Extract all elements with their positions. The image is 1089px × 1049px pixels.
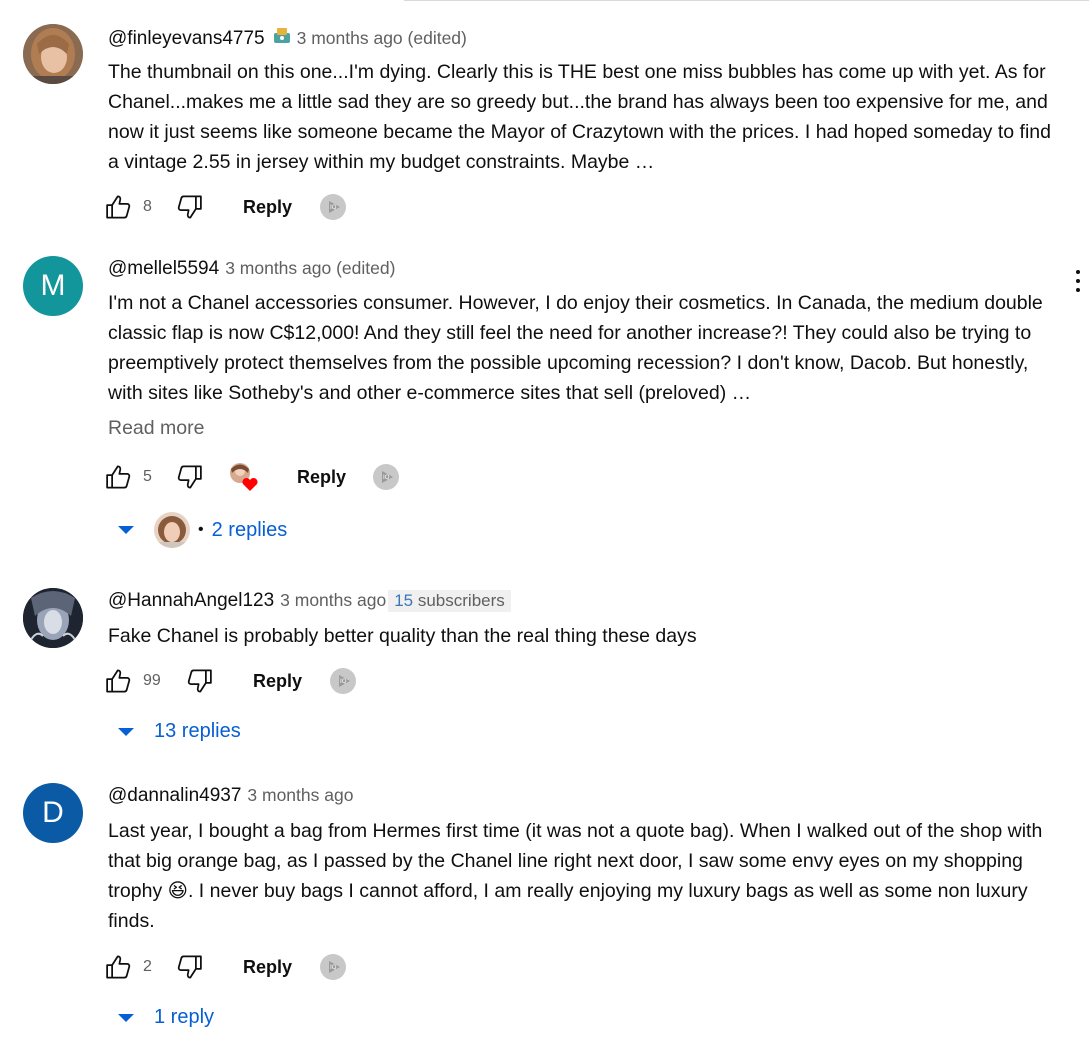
- member-badge-icon: [273, 26, 291, 49]
- extension-icon[interactable]: IQ: [329, 664, 357, 698]
- more-actions-icon[interactable]: [1074, 270, 1082, 300]
- read-more-link[interactable]: Read more: [108, 417, 204, 440]
- subscriber-badge: 15 subscribers: [388, 590, 511, 612]
- chevron-down-icon: [118, 1013, 134, 1022]
- thumbs-down-icon: [177, 465, 202, 489]
- thumbs-up-icon: [106, 195, 131, 219]
- thumbs-up-icon: [106, 955, 131, 979]
- comment-time[interactable]: 3 months ago: [247, 785, 353, 806]
- like-count: 5: [143, 468, 152, 485]
- thumbs-down-icon: [177, 195, 202, 219]
- extension-icon[interactable]: IQ: [319, 950, 347, 984]
- like-count: 2: [143, 958, 152, 975]
- laughing-emoji-icon: 😆: [167, 880, 188, 902]
- extension-icon[interactable]: IQ: [319, 190, 347, 224]
- view-replies-button[interactable]: 13 replies: [116, 720, 241, 743]
- dislike-button[interactable]: [174, 190, 204, 224]
- avatar-letter: M: [40, 269, 66, 302]
- svg-text:IQ: IQ: [383, 474, 390, 481]
- dislike-button[interactable]: [184, 664, 214, 698]
- avatar-letter: D: [42, 796, 64, 829]
- like-button[interactable]: [104, 460, 134, 494]
- like-button[interactable]: [104, 190, 134, 224]
- thumbs-up-icon: [106, 669, 131, 693]
- comment-header: @mellel5594 3 months ago (edited): [108, 258, 395, 280]
- subscriber-label: subscribers: [417, 591, 505, 610]
- comment-text: I'm not a Chanel accessories consumer. H…: [108, 292, 1043, 404]
- reply-button[interactable]: Reply: [297, 460, 346, 494]
- comment-text: Fake Chanel is probably better quality t…: [108, 625, 697, 647]
- comment-author[interactable]: @finleyevans4775: [108, 28, 265, 50]
- avatar[interactable]: [23, 588, 83, 648]
- user-photo-icon: [23, 588, 83, 648]
- like-count: 99: [143, 672, 161, 689]
- like-button[interactable]: [104, 664, 134, 698]
- comment-author[interactable]: @HannahAngel123: [108, 590, 274, 612]
- avatar[interactable]: [23, 24, 83, 84]
- comment-time[interactable]: 3 months ago (edited): [225, 258, 395, 279]
- comment-header: @dannalin4937 3 months ago: [108, 785, 353, 807]
- replies-count[interactable]: 2 replies: [212, 519, 288, 542]
- comment-header: @finleyevans4775 3 months ago (edited): [108, 26, 467, 50]
- creator-heart-icon: [228, 460, 262, 494]
- chevron-down-icon: [118, 526, 134, 534]
- subscriber-count: 15: [394, 591, 414, 610]
- comment-author[interactable]: @dannalin4937: [108, 785, 241, 807]
- extension-icon[interactable]: IQ: [372, 460, 400, 494]
- comment-time[interactable]: 3 months ago (edited): [297, 28, 467, 49]
- reply-button[interactable]: Reply: [253, 664, 302, 698]
- replies-count[interactable]: 13 replies: [154, 720, 241, 743]
- comment-time[interactable]: 3 months ago: [280, 590, 386, 611]
- svg-text:IQ: IQ: [330, 204, 337, 211]
- comment-text-part: . I never buy bags I cannot afford, I am…: [108, 880, 1028, 932]
- thumbs-down-icon: [187, 669, 212, 693]
- replies-count[interactable]: 1 reply: [154, 1006, 214, 1029]
- view-replies-button[interactable]: 1 reply: [116, 1006, 214, 1029]
- comment-text: The thumbnail on this one...I'm dying. C…: [108, 61, 1051, 173]
- avatar[interactable]: M: [23, 256, 83, 316]
- like-button[interactable]: [104, 950, 134, 984]
- comment-text: Last year, I bought a bag from Hermes fi…: [108, 816, 1058, 936]
- user-photo-icon: [23, 24, 83, 84]
- svg-text:IQ: IQ: [340, 678, 347, 685]
- top-divider: [404, 0, 1089, 1]
- thumbs-up-icon: [106, 465, 131, 489]
- reply-button[interactable]: Reply: [243, 190, 292, 224]
- comment-author[interactable]: @mellel5594: [108, 258, 219, 280]
- view-replies-button[interactable]: • 2 replies: [116, 512, 287, 548]
- chevron-down-icon: [118, 727, 134, 736]
- like-count: 8: [143, 198, 152, 215]
- creator-avatar: [154, 512, 190, 548]
- thumbs-down-icon: [177, 955, 202, 979]
- avatar[interactable]: D: [23, 783, 83, 843]
- dislike-button[interactable]: [174, 460, 204, 494]
- reply-button[interactable]: Reply: [243, 950, 292, 984]
- svg-text:IQ: IQ: [330, 964, 337, 971]
- dislike-button[interactable]: [174, 950, 204, 984]
- comment-header: @HannahAngel123 3 months ago 15 subscrib…: [108, 590, 511, 612]
- replies-separator: •: [198, 521, 204, 538]
